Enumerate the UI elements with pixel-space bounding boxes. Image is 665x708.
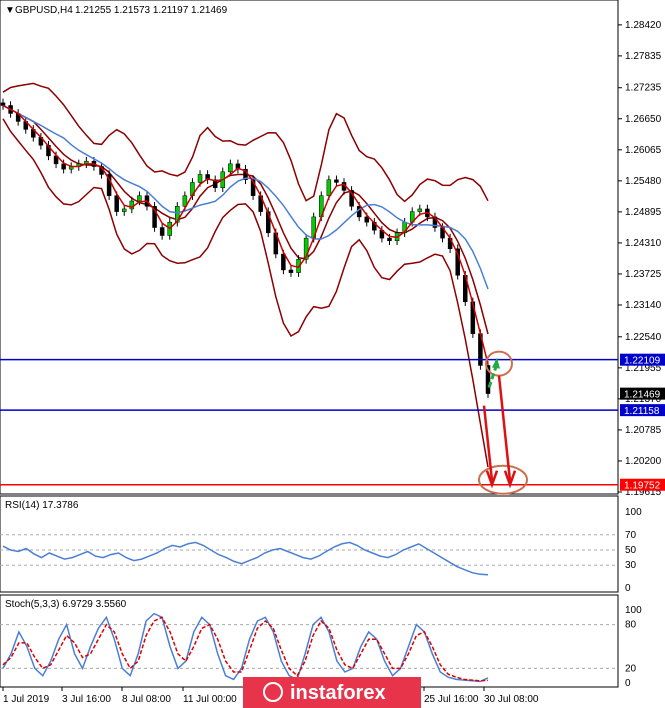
price-tick-label: 1.23140: [625, 300, 662, 311]
rsi-tick-label: 100: [625, 507, 642, 518]
level-label: 1.21158: [624, 406, 660, 417]
level-label: 1.22109: [624, 356, 661, 367]
main-pane: [0, 0, 619, 495]
price-tick-label: 1.26650: [625, 114, 662, 125]
candle-body: [281, 253, 286, 271]
stoch-tick-label: 100: [625, 605, 642, 616]
candle-body: [364, 216, 369, 223]
stoch-header: Stoch(5,3,3) 6.9729 3.5560: [5, 599, 127, 610]
stoch-tick-label: 20: [625, 663, 637, 674]
time-tick-label: 11 Jul 00:00: [183, 694, 237, 705]
candle-body: [159, 227, 165, 236]
time-tick-label: 8 Jul 08:00: [122, 694, 171, 705]
rsi-tick-label: 50: [625, 545, 637, 556]
price-tick-label: 1.27235: [625, 83, 662, 94]
price-tick-label: 1.20785: [625, 425, 662, 436]
time-tick-label: 3 Jul 16:00: [62, 694, 111, 705]
rsi-pane: [0, 495, 619, 593]
candle-body: [137, 195, 142, 202]
candle-body: [288, 269, 294, 273]
stoch-tick-label: 80: [625, 620, 637, 631]
rsi-header: RSI(14) 17.3786: [5, 500, 79, 511]
rsi-tick-label: 70: [625, 530, 637, 541]
chart-ohlc-readout: 1.21255 1.21573 1.21197 1.21469: [75, 5, 228, 16]
price-tick-label: 1.25480: [625, 176, 662, 187]
candle-body: [114, 195, 119, 212]
price-tick-label: 1.20200: [625, 456, 662, 467]
candle-body: [387, 237, 392, 242]
price-tick-label: 1.26065: [625, 145, 662, 156]
price-tick-label: 1.28420: [625, 20, 662, 31]
candle-body: [61, 163, 66, 170]
candle-body: [417, 208, 423, 212]
chart-header-triangle: ▼: [5, 5, 15, 16]
level-label: 1.19752: [624, 481, 661, 492]
chart-symbol-header: GBPUSD,H4: [15, 5, 73, 16]
price-tick-label: 1.24895: [625, 207, 662, 218]
candle-body: [326, 179, 332, 196]
price-tick-label: 1.23725: [625, 269, 662, 280]
time-tick-label: 30 Jul 08:00: [484, 694, 539, 705]
candle-body: [334, 179, 339, 183]
price-tick-label: 1.27835: [625, 51, 662, 62]
candle-body: [122, 208, 127, 212]
chart-canvas: 1.28420 1.27835 1.27235 1.26650 1.26065 1.254…: [0, 0, 665, 708]
watermark: instaforex: [243, 677, 421, 708]
time-tick-label: 25 Jul 16:00: [424, 694, 479, 705]
watermark-text: instaforex: [290, 682, 386, 704]
time-tick-label: 1 Jul 2019: [3, 694, 50, 705]
candle-body: [0, 102, 6, 106]
candle-body: [228, 163, 233, 173]
rsi-tick-label: 30: [625, 560, 637, 571]
stoch-tick-label: 0: [625, 678, 631, 689]
price-tick-label: 1.22540: [625, 332, 662, 343]
price-tick-label: 1.24310: [625, 238, 662, 249]
candle-body: [197, 174, 203, 183]
rsi-tick-label: 0: [625, 583, 631, 594]
current-price-label: 1.21469: [624, 390, 661, 401]
